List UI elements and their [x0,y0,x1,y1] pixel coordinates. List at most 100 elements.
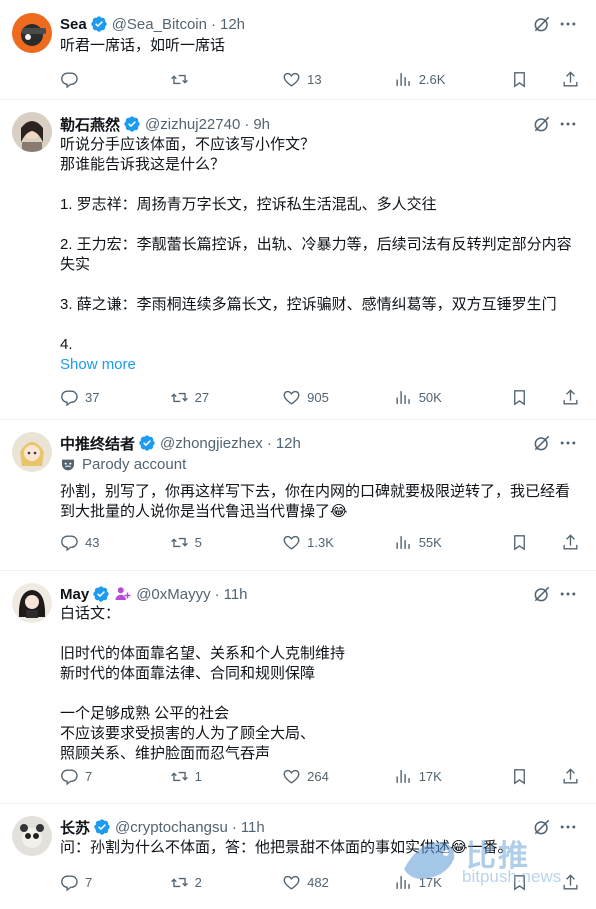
tweet[interactable]: Sea @Sea_Bitcoin · 12h 听君一席话，如听一席话 13 2.… [0,0,596,100]
bookmark-button[interactable] [510,533,529,552]
action-bar: 7 2 482 17K [60,872,580,892]
bookmark-button[interactable] [510,70,529,89]
display-name[interactable]: 长苏 [60,817,90,838]
share-icon [561,767,580,786]
handle[interactable]: @0xMayyy [136,586,210,603]
bookmark-icon [510,767,529,786]
avatar[interactable] [12,112,52,152]
retweet-icon [170,533,189,552]
views-button[interactable]: 17K [394,873,510,892]
views-icon [394,70,413,89]
timestamp[interactable]: 11h [224,586,248,603]
views-button[interactable]: 2.6K [394,70,510,89]
separator-dot: · [244,115,250,133]
bookmark-button[interactable] [510,767,529,786]
retweet-icon [170,873,189,892]
retweet-button[interactable] [170,70,283,89]
timestamp[interactable]: 11h [241,819,265,836]
bookmark-button[interactable] [510,873,529,892]
reply-button[interactable]: 43 [60,533,170,552]
share-button[interactable] [561,388,580,407]
tweet-header: 勒石燕然 @zizhuj22740 · 9h [60,114,536,134]
like-button[interactable]: 905 [282,388,394,407]
share-button[interactable] [561,873,580,892]
tweet-text: 孙割，别写了，你再这样写下去，你在内网的口碑就要极限逆转了，我已经看 到大批量的… [60,483,571,520]
display-name[interactable]: 勒石燕然 [60,114,120,135]
views-button[interactable]: 50K [394,388,510,407]
handle[interactable]: @zhongjiezhex [160,435,263,452]
more-icon[interactable] [558,114,578,134]
avatar[interactable] [12,816,52,856]
reply-count: 37 [85,389,100,405]
timestamp[interactable]: 9h [253,116,270,133]
tweet-text: 问：孙割为什么不体面，答：他把景甜不体面的事如实供述😂一番。 [60,839,513,856]
avatar[interactable] [12,13,52,53]
separator-dot: · [231,818,237,836]
like-button[interactable]: 13 [282,70,394,89]
more-icon[interactable] [558,584,578,604]
views-button[interactable]: 55K [394,533,510,552]
share-icon [561,533,580,552]
bookmark-icon [510,873,529,892]
reply-button[interactable]: 37 [60,388,170,407]
more-icon[interactable] [558,433,578,453]
grok-icon[interactable] [532,584,552,604]
views-button[interactable]: 17K [394,767,510,786]
tweet[interactable]: 勒石燕然 @zizhuj22740 · 9h 听说分手应该体面，不应该写小作文？… [0,100,596,420]
bookmark-icon [510,70,529,89]
grok-icon[interactable] [532,433,552,453]
like-button[interactable]: 482 [282,873,394,892]
verified-badge-icon [92,585,110,603]
action-bar: 37 27 905 50K [60,387,580,407]
view-count: 2.6K [418,71,446,87]
share-button[interactable] [561,70,580,89]
views-icon [394,767,413,786]
bookmark-button[interactable] [510,388,529,407]
retweet-button[interactable]: 1 [170,767,283,786]
avatar[interactable] [12,583,52,623]
like-count: 13 [307,71,322,87]
reply-button[interactable]: 7 [60,767,170,786]
reply-icon [60,767,79,786]
tweet-text: 听说分手应该体面，不应该写小作文？ 那谁能告诉我这是什么？ 1. 罗志祥：周扬青… [60,136,572,353]
like-button[interactable]: 1.3K [282,533,394,552]
retweet-button[interactable]: 2 [170,873,283,892]
tweet[interactable]: May @0xMayyy · 11h 白话文： 旧时代的体面靠名望、关系和个人克… [0,571,596,804]
like-icon [282,767,301,786]
timestamp[interactable]: 12h [220,16,245,33]
tweet[interactable]: 长苏 @cryptochangsu · 11h 问：孙割为什么不体面，答：他把景… [0,804,596,909]
reply-button[interactable] [60,70,170,89]
retweet-count: 27 [194,389,210,405]
display-name[interactable]: May [60,586,89,603]
share-button[interactable] [561,767,580,786]
grok-icon[interactable] [532,114,552,134]
handle[interactable]: @cryptochangsu [115,819,228,836]
like-button[interactable]: 264 [282,767,394,786]
tweet-header: 长苏 @cryptochangsu · 11h [60,817,536,837]
parody-mask-icon [62,459,74,470]
avatar[interactable] [12,432,52,472]
handle[interactable]: @Sea_Bitcoin [112,16,207,33]
show-more-link[interactable]: Show more [60,356,136,373]
handle[interactable]: @zizhuj22740 [145,116,240,133]
reply-button[interactable]: 7 [60,873,170,892]
retweet-button[interactable]: 27 [170,388,283,407]
display-name[interactable]: Sea [60,16,87,33]
display-name[interactable]: 中推终结者 [60,433,135,454]
grok-icon[interactable] [532,817,552,837]
tweet-text: 听君一席话，如听一席话 [60,37,226,54]
more-icon[interactable] [558,817,578,837]
share-button[interactable] [561,533,580,552]
reply-count: 43 [85,534,100,550]
grok-icon[interactable] [532,14,552,34]
timestamp[interactable]: 12h [276,435,301,452]
more-icon[interactable] [558,14,578,34]
retweet-icon [170,70,189,89]
verified-badge-icon [123,115,141,133]
like-icon [282,70,301,89]
tweet[interactable]: 中推终结者 @zhongjiezhex · 12h Parody account… [0,420,596,571]
share-icon [561,70,580,89]
separator-dot: · [266,434,272,452]
bookmark-icon [510,533,529,552]
retweet-button[interactable]: 5 [170,533,283,552]
